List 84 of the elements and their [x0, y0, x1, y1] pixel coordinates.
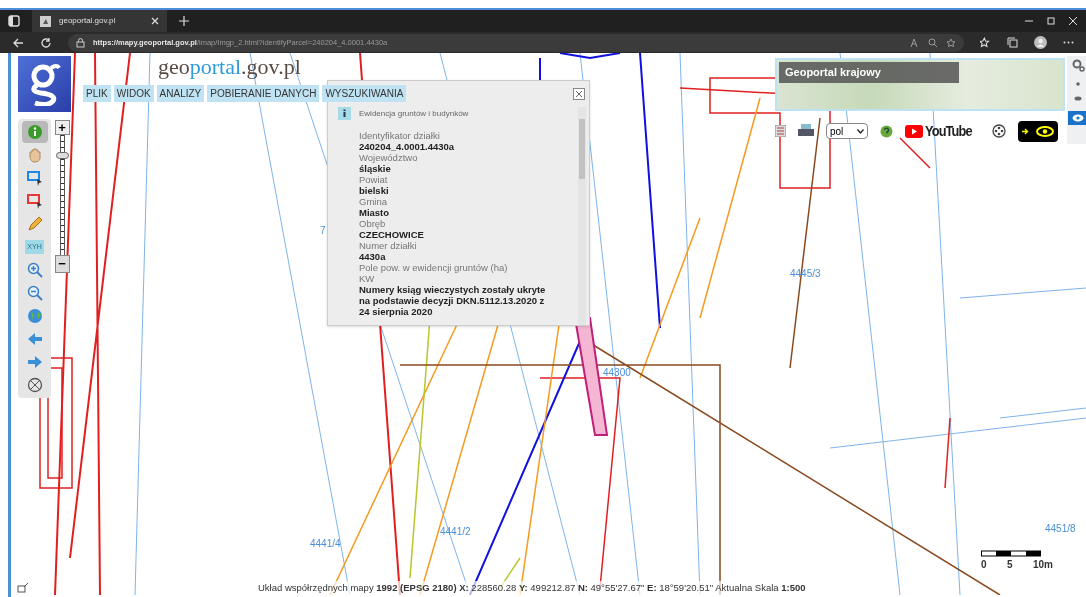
eye-icon: [1072, 114, 1084, 122]
favicon-icon: [40, 15, 51, 27]
parcel-number-label: 44300: [603, 366, 631, 380]
field-value: 4430a: [359, 251, 387, 262]
info-icon: [26, 124, 43, 140]
film-reel-icon[interactable]: [991, 124, 1006, 139]
field-label: Pole pow. w ewidencji gruntów (ha): [359, 262, 509, 273]
zoom-icon[interactable]: [928, 37, 938, 48]
gears-icon[interactable]: [1071, 59, 1085, 72]
field-value: Miasto: [359, 207, 391, 218]
field-value: 240204_4.0001.4430a: [359, 141, 456, 152]
hand-icon: [26, 147, 43, 163]
browser-tab[interactable]: geoportal.gov.pl: [32, 10, 167, 32]
tab-actions-icon[interactable]: [8, 15, 20, 27]
overview-map[interactable]: Geoportal krajowy: [775, 58, 1065, 111]
menu-tab[interactable]: WIDOK: [113, 85, 154, 102]
field-label: Województwo: [359, 152, 419, 163]
globe-icon: [26, 308, 43, 324]
parcel-number-label: 7: [320, 224, 326, 238]
field-value: śląskie: [359, 163, 392, 174]
layer-name: Ewidencja gruntów i budynków: [359, 108, 469, 119]
field-value: bielski: [359, 185, 390, 196]
coordinates-status-text: Układ współrzędnych mapy 1992 (EPSG 2180) X: 228560.28 Y: 499212.87 N: 49°55'27.67" E: 18°59'20.51" Aktualna Skala 1:500: [258, 581, 806, 596]
left-arrow-icon: [26, 331, 43, 347]
help-icon[interactable]: [880, 124, 893, 138]
visibility-button[interactable]: [1068, 111, 1086, 125]
collections-icon[interactable]: [1007, 37, 1018, 48]
youtube-link[interactable]: YouTube: [905, 120, 980, 143]
menu-tab[interactable]: ANALIZY: [156, 85, 205, 102]
right-arrow-icon: [26, 354, 43, 370]
popup-scrollbar[interactable]: [578, 107, 586, 325]
parcel-number-label: 4451/8: [1045, 522, 1076, 536]
crosshair-icon: [26, 377, 43, 393]
printer-icon[interactable]: [798, 124, 814, 139]
language-select[interactable]: pol: [826, 123, 868, 140]
site-title: geoportal.gov.pl: [158, 53, 301, 81]
read-aloud-icon[interactable]: [910, 37, 920, 48]
zoom-in-icon: [26, 262, 43, 278]
zoom-out-icon: [26, 285, 43, 301]
dot-icon: [1076, 82, 1080, 86]
overview-title: Geoportal krajowy: [779, 62, 959, 83]
parcel-number-label: 4441/2: [440, 525, 471, 539]
back-arrow-icon[interactable]: [12, 36, 24, 49]
scale-bar: [981, 550, 1041, 557]
zoom-in-button[interactable]: +: [54, 120, 70, 135]
selection-icon: [26, 170, 43, 186]
reload-icon[interactable]: [40, 36, 52, 49]
profile-avatar-icon[interactable]: [1034, 36, 1047, 49]
scale-label: 10m: [1032, 558, 1053, 572]
new-tab-icon[interactable]: [179, 16, 189, 26]
close-icon[interactable]: [573, 88, 585, 100]
eye-icon: [1074, 96, 1082, 101]
legend-icon[interactable]: [775, 125, 786, 138]
zoom-out-button[interactable]: −: [54, 255, 70, 273]
field-label: Numer działki: [359, 240, 418, 251]
field-label: KW: [359, 273, 376, 284]
play-icon: [905, 124, 923, 138]
field-label: Identyfikator działki: [359, 130, 441, 141]
scale-label: 0: [981, 558, 987, 572]
menu-tab[interactable]: POBIERANIE DANYCH: [207, 85, 320, 102]
selection-icon: [26, 193, 43, 209]
field-label: Powiat: [359, 174, 389, 185]
favorites-icon[interactable]: [980, 37, 991, 48]
menu-tab[interactable]: WYSZUKIWANIA: [322, 85, 407, 102]
field-label: Obręb: [359, 218, 387, 229]
chevron-down-icon: [857, 128, 864, 134]
lock-icon: [76, 37, 85, 48]
star-icon[interactable]: [946, 37, 956, 48]
map-tool-button[interactable]: [21, 121, 48, 143]
field-value: Numery ksiąg wieczystych zostały ukryte na podstawie decyzji DKN.5112.13.2020 z 24 sierpnia 2020: [359, 284, 547, 317]
field-value: CZECHOWICE: [359, 229, 425, 240]
restore-icon[interactable]: [1046, 16, 1056, 26]
arrow-icon: [1021, 127, 1029, 135]
info-icon: [338, 107, 351, 120]
menu-tab[interactable]: PLIK: [83, 85, 111, 102]
field-label: Gmina: [359, 196, 388, 207]
parcel-number-label: 4441/4: [310, 537, 341, 551]
scale-label: 5: [1007, 558, 1013, 572]
resize-corner-icon[interactable]: [17, 583, 29, 593]
more-icon[interactable]: [1063, 41, 1074, 44]
eye-icon: [1036, 125, 1055, 137]
high-contrast-button[interactable]: [1017, 120, 1058, 142]
pencil-icon: [26, 216, 43, 232]
zoom-slider-thumb[interactable]: [55, 151, 69, 159]
